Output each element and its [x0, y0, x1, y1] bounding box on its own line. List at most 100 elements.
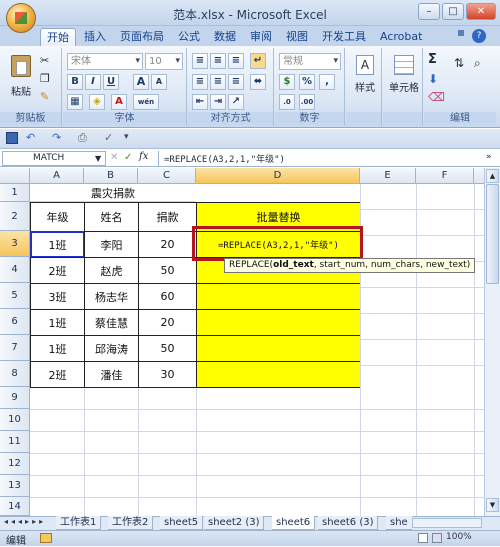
zoom-level[interactable]: 100%: [446, 532, 472, 542]
replace-cell[interactable]: [196, 309, 361, 336]
decrease-indent-icon[interactable]: ⇤: [192, 94, 208, 110]
data-cell-amount[interactable]: 50: [138, 257, 197, 284]
clear-icon[interactable]: ⌫: [428, 90, 445, 104]
replace-cell[interactable]: [196, 283, 361, 310]
font-name-select[interactable]: 宋体: [67, 53, 143, 70]
data-cell-amount[interactable]: 20: [138, 309, 197, 336]
cut-icon[interactable]: ✂: [40, 54, 49, 67]
column-header[interactable]: D: [196, 168, 360, 184]
undo-icon[interactable]: ↶: [26, 131, 35, 144]
styles-button[interactable]: A 样式: [350, 52, 378, 98]
column-header[interactable]: C: [138, 168, 196, 184]
column-header[interactable]: B: [84, 168, 138, 184]
replace-cell[interactable]: [196, 335, 361, 362]
tab-acrobat[interactable]: Acrobat: [374, 28, 428, 46]
row-header[interactable]: 9: [0, 387, 30, 409]
row-header[interactable]: 1: [0, 184, 30, 202]
vertical-scrollbar[interactable]: ▲ ▼: [484, 168, 500, 516]
tab-page-layout[interactable]: 页面布局: [114, 28, 170, 46]
row-header[interactable]: 7: [0, 335, 30, 361]
tab-formulas[interactable]: 公式: [172, 28, 206, 46]
header-cell-donation[interactable]: 捐款: [138, 202, 197, 232]
fill-color-icon[interactable]: ◈: [89, 94, 105, 110]
scroll-thumb[interactable]: [486, 184, 499, 284]
maximize-button[interactable]: □: [442, 3, 464, 20]
data-cell-name[interactable]: 杨志华: [84, 283, 139, 310]
row-header[interactable]: 2: [0, 202, 30, 231]
row-header[interactable]: 8: [0, 361, 30, 387]
align-right-icon[interactable]: ≡: [228, 74, 244, 90]
sort-filter-icon[interactable]: ⇅: [454, 56, 464, 70]
row-header[interactable]: 13: [0, 475, 30, 497]
data-cell-name[interactable]: 潘佳: [84, 361, 139, 388]
tab-data[interactable]: 数据: [208, 28, 242, 46]
data-cell-grade[interactable]: 1班: [30, 335, 85, 362]
data-cell-amount[interactable]: 30: [138, 361, 197, 388]
merge-center-icon[interactable]: ⬌: [250, 74, 266, 90]
fill-icon[interactable]: ⬇: [428, 72, 438, 86]
row-header[interactable]: 3: [0, 231, 30, 257]
data-cell-amount[interactable]: 60: [138, 283, 197, 310]
data-cell-name[interactable]: 邱海涛: [84, 335, 139, 362]
cancel-icon[interactable]: ✕: [110, 152, 118, 163]
data-cell-name[interactable]: 李阳: [84, 231, 139, 258]
macro-record-icon[interactable]: [40, 533, 52, 543]
increase-decimal-icon[interactable]: .0: [279, 94, 295, 110]
data-cell-grade[interactable]: 2班: [30, 257, 85, 284]
align-middle-icon[interactable]: ≡: [210, 53, 226, 69]
minimize-button[interactable]: –: [418, 3, 440, 20]
close-button[interactable]: ✕: [466, 3, 496, 20]
font-size-select[interactable]: 10: [145, 53, 183, 70]
data-cell-grade[interactable]: 3班: [30, 283, 85, 310]
align-top-icon[interactable]: ≡: [192, 53, 208, 69]
data-cell-name[interactable]: 蔡佳慧: [84, 309, 139, 336]
sheet-tab[interactable]: sheet2 (3): [204, 516, 265, 530]
header-cell-grade[interactable]: 年级: [30, 202, 85, 232]
shrink-font-button[interactable]: A: [151, 74, 167, 90]
scroll-up-icon[interactable]: ▲: [486, 169, 499, 183]
column-header[interactable]: F: [416, 168, 474, 184]
align-bottom-icon[interactable]: ≡: [228, 53, 244, 69]
row-header[interactable]: 4: [0, 257, 30, 283]
number-format-select[interactable]: 常规: [279, 53, 341, 70]
sheet-title-cell[interactable]: 震灾捐款: [30, 184, 196, 202]
minimize-ribbon-icon[interactable]: [458, 30, 464, 36]
office-button[interactable]: [6, 3, 36, 33]
formula-input[interactable]: =REPLACE(A3,2,1,"年级"): [164, 152, 285, 165]
sheet-tab[interactable]: sheet5: [160, 516, 204, 530]
data-cell-grade-active[interactable]: 1班: [30, 231, 85, 258]
data-cell-amount[interactable]: 20: [138, 231, 197, 258]
tab-review[interactable]: 审阅: [244, 28, 278, 46]
insert-function-button[interactable]: fx: [139, 151, 148, 162]
percent-button[interactable]: %: [299, 74, 315, 90]
underline-button[interactable]: U: [103, 74, 119, 90]
data-cell-name[interactable]: 赵虎: [84, 257, 139, 284]
enter-icon[interactable]: ✓: [124, 152, 132, 163]
format-painter-icon[interactable]: ✎: [40, 90, 49, 103]
save-icon[interactable]: [6, 132, 18, 144]
comma-button[interactable]: ,: [319, 74, 335, 90]
row-header[interactable]: 12: [0, 453, 30, 475]
name-box-dropdown-icon[interactable]: ▼: [95, 154, 101, 163]
column-header[interactable]: E: [360, 168, 416, 184]
column-header[interactable]: A: [30, 168, 84, 184]
print-preview-icon[interactable]: ⎙: [78, 131, 87, 145]
autosum-icon[interactable]: Σ: [428, 52, 437, 67]
data-cell-amount[interactable]: 50: [138, 335, 197, 362]
row-header[interactable]: 5: [0, 283, 30, 309]
horizontal-scrollbar[interactable]: [412, 518, 482, 528]
sheet-tab[interactable]: 工作表2: [108, 516, 154, 530]
sheet-tab-active[interactable]: sheet6: [272, 516, 316, 530]
tab-developer[interactable]: 开发工具: [316, 28, 372, 46]
replace-cell[interactable]: [196, 361, 361, 388]
help-icon[interactable]: ?: [472, 29, 486, 43]
phonetic-button[interactable]: wén: [133, 94, 159, 110]
wrap-text-icon[interactable]: ↵: [250, 53, 266, 69]
row-header[interactable]: 11: [0, 431, 30, 453]
borders-icon[interactable]: ▦: [67, 94, 83, 110]
increase-indent-icon[interactable]: ⇥: [210, 94, 226, 110]
decrease-decimal-icon[interactable]: .00: [299, 94, 315, 110]
font-color-icon[interactable]: A: [111, 94, 127, 110]
grow-font-button[interactable]: A: [133, 74, 149, 90]
name-box[interactable]: MATCH: [2, 151, 106, 166]
